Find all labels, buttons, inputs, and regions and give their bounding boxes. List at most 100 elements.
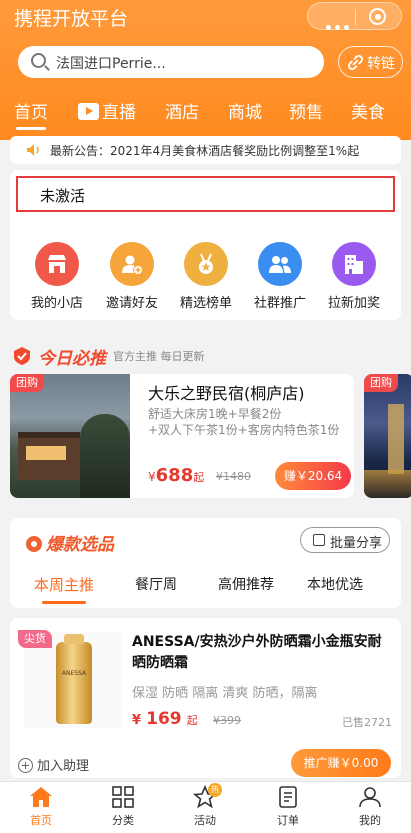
sunscreen-bottle: ANESSA (56, 634, 92, 724)
hot-badge: 热 (208, 783, 222, 797)
menu-my-shop-label: 我的小店 (30, 296, 83, 311)
tab-presale-label: 预售 (289, 103, 323, 123)
tabbar-activity-label: 活动 (194, 814, 216, 827)
tabbar-orders-label: 订单 (277, 814, 299, 827)
header: 携程开放平台 法国进口Perrie... 转链 首页 直播 酒店 商城 预售 美… (0, 0, 411, 140)
subtab-weekly[interactable]: 本周主推 (34, 574, 94, 604)
more-icon[interactable] (326, 15, 353, 34)
featured-product-card[interactable]: 团购 大乐之野民宿(桐庐店) 舒适大床房1晚+早餐2份 +双人下午茶1份+客房内… (10, 374, 354, 498)
product-list-item[interactable]: ANESSA 尖货 ANESSA/安热沙户外防晒霜小金瓶安耐晒防晒霜 保湿 防晒… (10, 618, 401, 778)
menu-invite-friends[interactable]: 邀请好友 (93, 242, 171, 311)
quick-menu-card: 未激活 我的小店 邀请好友 精选榜单 社群推广 拉新加奖 (10, 170, 401, 320)
product-name: 大乐之野民宿(桐庐店) (148, 384, 305, 403)
group-buy-tag-2: 团购 (364, 374, 398, 392)
tabbar-orders[interactable]: 订单 (258, 785, 318, 828)
category-icon (112, 786, 134, 808)
currency-symbol: ¥ (148, 470, 156, 484)
tab-presale[interactable]: 预售 (289, 98, 323, 123)
link-icon (348, 55, 363, 70)
item-sold-count: 已售2721 (342, 716, 392, 729)
order-icon (279, 786, 297, 808)
promote-earn-button[interactable]: 推广赚￥0.00 (291, 749, 391, 777)
group-buy-tag: 团购 (10, 374, 44, 392)
price-value: 688 (155, 465, 194, 486)
transfer-label: 转链 (367, 56, 395, 72)
plus-circle-icon (18, 758, 33, 773)
tab-home[interactable]: 首页 (14, 98, 48, 130)
play-icon (78, 103, 99, 120)
tab-mall[interactable]: 商城 (228, 98, 262, 123)
menu-my-shop[interactable]: 我的小店 (18, 242, 96, 311)
add-helper-label: 加入助理 (37, 759, 90, 774)
close-icon[interactable] (369, 8, 386, 25)
item-currency: ¥ (132, 713, 142, 728)
tab-home-label: 首页 (14, 103, 48, 123)
original-price: ¥1480 (216, 470, 251, 483)
fire-icon (26, 536, 42, 552)
transfer-link-button[interactable]: 转链 (338, 46, 403, 78)
next-product-card[interactable]: 团购 (364, 374, 411, 498)
group-icon (258, 242, 302, 286)
menu-community-promo[interactable]: 社群推广 (241, 242, 319, 311)
announcement-text: 最新公告：2021年4月美食林酒店餐奖励比例调整至1%起 (50, 144, 360, 158)
product-desc-line-2: +双人下午茶1份+客房内特色茶1份 (148, 423, 340, 437)
premium-tag: 尖货 (18, 630, 52, 648)
tabbar-home[interactable]: 首页 (11, 785, 71, 828)
inactive-status-box[interactable]: 未激活 (16, 176, 395, 212)
today-recommend-section: 今日必推 官方主推 每日更新 团购 大乐之野民宿(桐庐店) 舒适大床房1晚+早餐… (0, 340, 411, 510)
tabbar-category-label: 分类 (112, 814, 134, 827)
search-placeholder: 法国进口Perrie... (56, 56, 166, 72)
product-desc-line-1: 舒适大床房1晚+早餐2份 (148, 407, 282, 421)
today-title: 今日必推 (38, 349, 106, 369)
capsule-divider (354, 9, 356, 25)
announcement-bar[interactable]: 最新公告：2021年4月美食林酒店餐奖励比例调整至1%起 (10, 136, 401, 164)
price-suffix: 起 (193, 471, 205, 484)
menu-community-promo-label: 社群推广 (253, 296, 306, 311)
today-subtitle: 官方主推 每日更新 (113, 350, 205, 363)
bottle-label: ANESSA (61, 670, 87, 677)
tabbar-profile-label: 我的 (359, 814, 381, 827)
tab-food-label: 美食 (351, 103, 385, 123)
profile-icon (359, 787, 381, 808)
badge-icon (14, 347, 30, 365)
product-image (10, 374, 130, 498)
menu-new-user-bonus-label: 拉新加奖 (327, 296, 380, 311)
speaker-icon (27, 144, 39, 156)
product-price: ¥688起 (148, 465, 204, 486)
product-description: 舒适大床房1晚+早餐2份 +双人下午茶1份+客房内特色茶1份 (148, 406, 348, 438)
tabbar-home-label: 首页 (30, 814, 52, 827)
item-price-suffix: 起 (186, 714, 198, 727)
item-tags: 保湿 防晒 隔离 清爽 防晒，隔离 (132, 686, 318, 701)
tab-hotel-label: 酒店 (165, 103, 199, 123)
tab-hotel[interactable]: 酒店 (165, 98, 199, 123)
bottom-tab-bar: 首页 分类 热 活动 订单 我的 (0, 781, 411, 833)
nav-tabs: 首页 直播 酒店 商城 预售 美食 (0, 98, 411, 130)
tab-mall-label: 商城 (228, 103, 262, 123)
hot-title-text: 爆款选品 (46, 535, 114, 555)
share-icon (313, 534, 325, 546)
item-price: ¥ 169 起 (132, 709, 198, 729)
item-original-price: ¥399 (213, 714, 241, 727)
subtab-restaurant-week[interactable]: 餐厅周 (135, 574, 177, 594)
search-input[interactable]: 法国进口Perrie... (18, 46, 324, 78)
add-user-icon (110, 242, 154, 286)
tabbar-category[interactable]: 分类 (93, 785, 153, 828)
hot-selection-section: 爆款选品 批量分享 本周主推 餐厅周 高佣推荐 本地优选 (10, 518, 401, 608)
add-to-assistant-button[interactable]: 加入助理 (18, 755, 89, 774)
batch-share-button[interactable]: 批量分享 (300, 527, 390, 553)
subtab-local-picks[interactable]: 本地优选 (307, 574, 363, 594)
search-icon (31, 53, 46, 68)
home-icon (30, 787, 52, 807)
tab-live-label: 直播 (102, 103, 136, 123)
earn-commission-button[interactable]: 赚￥20.64 (275, 462, 351, 490)
shop-icon (35, 242, 79, 286)
subtab-high-commission[interactable]: 高佣推荐 (218, 574, 274, 594)
tabbar-activity[interactable]: 热 活动 (175, 783, 235, 828)
tab-live[interactable]: 直播 (78, 98, 136, 123)
building-icon (332, 242, 376, 286)
menu-selected-ranking[interactable]: 精选榜单 (167, 242, 245, 311)
menu-new-user-bonus[interactable]: 拉新加奖 (315, 242, 393, 311)
miniprogram-capsule[interactable] (307, 2, 402, 30)
tab-food[interactable]: 美食 (351, 98, 385, 123)
tabbar-profile[interactable]: 我的 (340, 785, 400, 828)
